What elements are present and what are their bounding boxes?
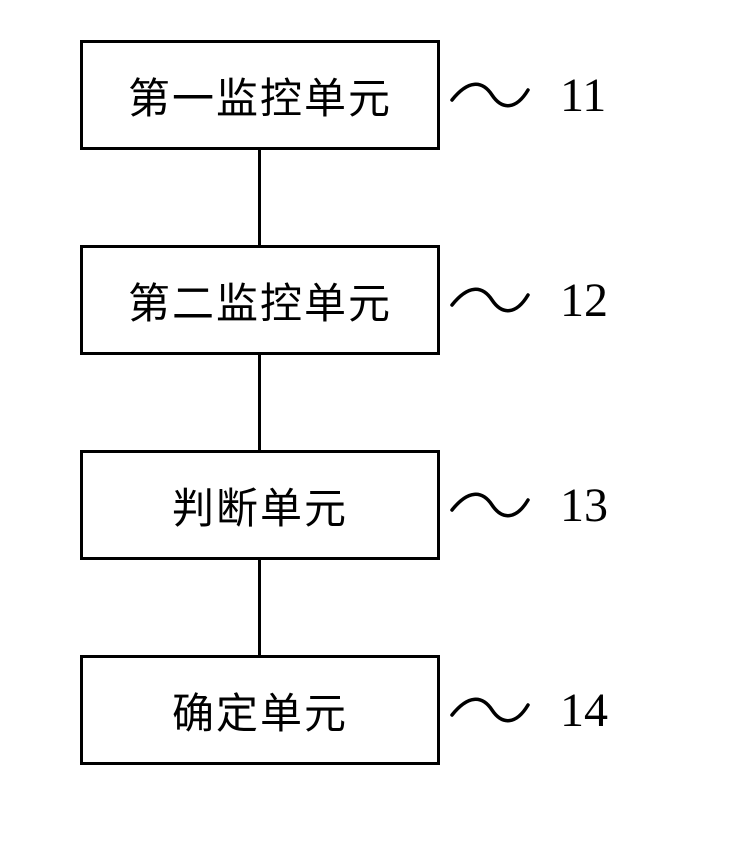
reference-tilde-icon <box>450 283 530 317</box>
connector-line <box>258 355 261 450</box>
reference-tilde-icon <box>450 693 530 727</box>
flow-diagram: 第一监控单元 11 第二监控单元 12 判断单元 13 确定单元 1 <box>0 0 734 841</box>
reference-number: 13 <box>560 478 608 533</box>
connector-line <box>258 560 261 655</box>
node-label: 确定单元 <box>172 680 348 741</box>
node-first-monitor: 第一监控单元 <box>80 40 440 150</box>
node-judgment: 判断单元 <box>80 450 440 560</box>
reference-tilde-icon <box>450 488 530 522</box>
node-label: 第二监控单元 <box>128 270 392 331</box>
reference-number: 14 <box>560 683 608 738</box>
reference-number: 11 <box>560 68 606 123</box>
node-label: 第一监控单元 <box>128 65 392 126</box>
connector-line <box>258 150 261 245</box>
reference-tilde-icon <box>450 78 530 112</box>
node-determination: 确定单元 <box>80 655 440 765</box>
node-second-monitor: 第二监控单元 <box>80 245 440 355</box>
reference-number: 12 <box>560 273 608 328</box>
node-label: 判断单元 <box>172 475 348 536</box>
